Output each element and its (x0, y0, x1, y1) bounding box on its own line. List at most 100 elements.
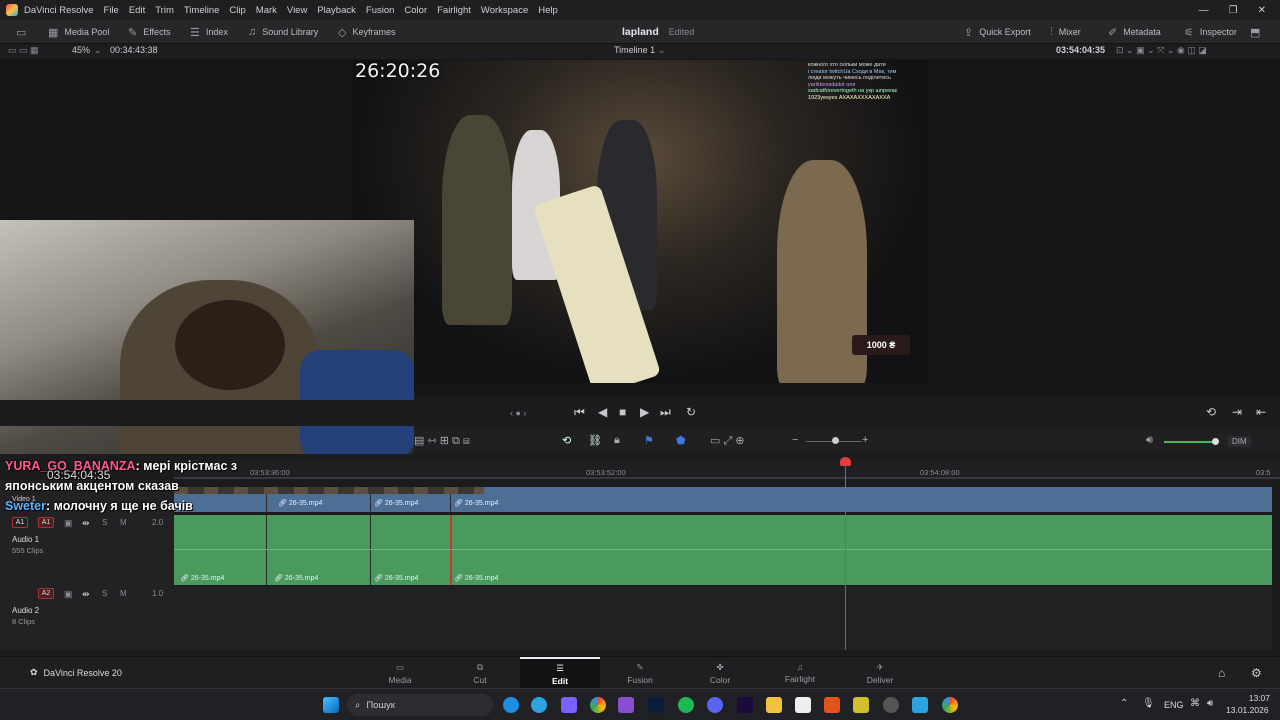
discord-icon[interactable] (707, 697, 723, 713)
minimize-button[interactable]: — (1199, 5, 1209, 16)
viewer-options-icon[interactable]: ⊡ ⌄ ▣ ⌄ ⤧ ⌄ ◉ ◫ ◪ (1116, 45, 1207, 56)
spotify-icon[interactable] (678, 697, 694, 713)
menu-help[interactable]: Help (538, 5, 558, 16)
tray-chevron-icon[interactable]: ⌃ (1120, 698, 1128, 709)
loop-icon[interactable]: ↻ (686, 405, 696, 419)
lock-icon[interactable]: 🔒︎ (614, 434, 620, 447)
maximize-button[interactable]: ❐ (1229, 5, 1238, 16)
twitch-icon[interactable] (618, 697, 634, 713)
menu-mark[interactable]: Mark (256, 5, 277, 16)
audio-clip[interactable]: 🔗︎ 26-35.mp4 (274, 574, 318, 583)
menu-file[interactable]: File (104, 5, 119, 16)
app-icon[interactable] (912, 697, 928, 713)
menu-fairlight[interactable]: Fairlight (437, 5, 471, 16)
next-frame-icon[interactable]: ⇥ (1232, 405, 1242, 419)
a2-mute-button[interactable]: M (120, 589, 127, 598)
menu-workspace[interactable]: Workspace (481, 5, 528, 16)
chevron-down-icon[interactable]: ⌄ (94, 45, 102, 56)
fullscreen-icon[interactable]: ⬒ (1250, 20, 1260, 44)
flag-icon[interactable]: ⚑ (644, 434, 654, 447)
telegram-icon[interactable] (531, 697, 547, 713)
clock-time[interactable]: 13:07 (1230, 693, 1270, 703)
timeline-selector[interactable]: Timeline 1 (614, 45, 655, 55)
zoom-slider-handle[interactable] (832, 437, 839, 444)
zoom-out-icon[interactable]: − (792, 434, 798, 446)
audio-clip[interactable]: 🔗︎ 26-35.mp4 (180, 574, 224, 583)
metadata-button[interactable]: ✐ Metadata (1108, 20, 1161, 44)
timeline-chevron-icon[interactable]: ⌄ (658, 45, 666, 56)
zoom-select[interactable]: 45% (72, 45, 90, 55)
close-button[interactable]: ✕ (1258, 5, 1266, 16)
language-indicator[interactable]: ENG (1164, 700, 1184, 710)
video-clip[interactable]: 🔗︎ 26-35.mp4 (374, 499, 418, 508)
audio-track-2[interactable] (174, 586, 1272, 650)
zoom-in-icon[interactable]: + (862, 434, 868, 446)
volume-icon[interactable]: 🔊︎ (1146, 434, 1153, 447)
video-frame[interactable] (352, 60, 928, 383)
stop-icon[interactable]: ■ (619, 405, 626, 419)
home-icon[interactable]: ⌂ (1218, 666, 1225, 680)
tab-deliver[interactable]: ✈ Deliver (840, 657, 920, 689)
menu-timeline[interactable]: Timeline (184, 5, 220, 16)
a1-lock-icon[interactable]: ▣ (64, 518, 73, 529)
workspace-icon[interactable]: ▭ (16, 20, 26, 44)
gear-icon[interactable]: ⚙ (1251, 666, 1262, 680)
match-frame-icon[interactable]: ⟲ (1206, 405, 1216, 419)
mixer-button[interactable]: ⫶ Mixer (1050, 20, 1081, 44)
a1-solo-button[interactable]: S (102, 518, 107, 527)
menu-trim[interactable]: Trim (155, 5, 174, 16)
mic-icon[interactable]: 🎙︎ (1142, 698, 1155, 709)
tab-color[interactable]: ✤ Color (680, 657, 760, 689)
play-reverse-icon[interactable]: ◀ (598, 405, 607, 419)
volume-slider[interactable] (1164, 441, 1214, 443)
layout-icon[interactable]: ▭ ▭ ▦ (8, 45, 39, 56)
menu-edit[interactable]: Edit (129, 5, 145, 16)
skip-start-icon[interactable]: ⏮ (574, 405, 585, 420)
marker-icon[interactable]: ⬟ (676, 434, 686, 447)
video-track[interactable]: 🔗︎ 26-35.mp4 🔗︎ 26-35.mp4 🔗︎ 26-35.mp4 (174, 487, 1272, 512)
search-box[interactable]: ⌕ Пошук (347, 694, 493, 716)
skip-end-icon[interactable]: ⏭ (660, 405, 671, 420)
notepad-icon[interactable] (795, 697, 811, 713)
chrome-icon[interactable] (942, 697, 958, 713)
effects-button[interactable]: ✎ Effects (128, 20, 171, 44)
volume-slider-handle[interactable] (1212, 438, 1219, 445)
menu-clip[interactable]: Clip (229, 5, 245, 16)
a1-mute-button[interactable]: M (120, 518, 127, 527)
a2-solo-button[interactable]: S (102, 589, 107, 598)
a2-audio-icon[interactable]: ⇹ (82, 589, 90, 600)
chrome-icon[interactable] (590, 697, 606, 713)
audio-clip[interactable]: 🔗︎ 26-35.mp4 (454, 574, 498, 583)
menu-fusion[interactable]: Fusion (366, 5, 395, 16)
index-button[interactable]: ☰ Index (190, 20, 228, 44)
premiere-icon[interactable] (737, 697, 753, 713)
timeline-ruler[interactable]: 03:53:36:00 03:53:52:00 03:54:08:00 03:5 (174, 461, 1280, 479)
network-icon[interactable]: ⌘ (1190, 698, 1200, 709)
jog-icon[interactable]: ‹ ● › (510, 408, 526, 418)
keyframes-button[interactable]: ◇ Keyframes (338, 20, 395, 44)
video-clip[interactable]: 🔗︎ 26-35.mp4 (454, 499, 498, 508)
photoshop-icon[interactable] (648, 697, 664, 713)
clock-date[interactable]: 13.01.2026 (1226, 705, 1269, 715)
audio-track-1[interactable]: 🔗︎ 26-35.mp4 🔗︎ 26-35.mp4 🔗︎ 26-35.mp4 🔗︎ 26… (174, 515, 1272, 585)
explorer-icon[interactable] (766, 697, 782, 713)
inspector-button[interactable]: ⚟ Inspector (1184, 20, 1237, 44)
audio-clip[interactable]: 🔗︎ 26-35.mp4 (374, 574, 418, 583)
tab-edit[interactable]: ☰ Edit (520, 657, 600, 689)
tab-cut[interactable]: ⧉ Cut (440, 657, 520, 689)
trim-tools-icon[interactable]: ▤ ⇿ ⊞ ⧉ ⧈ (414, 434, 470, 448)
volume-tray-icon[interactable]: 🔊︎ (1207, 698, 1213, 709)
media-pool-button[interactable]: ▦ Media Pool (48, 20, 109, 44)
play-icon[interactable]: ▶ (640, 405, 649, 419)
app-icon[interactable] (853, 697, 869, 713)
a1-track-id[interactable]: A1 (38, 517, 54, 528)
a1-source-patch[interactable]: A1 (12, 517, 28, 528)
app-icon[interactable] (883, 697, 899, 713)
playhead[interactable] (845, 460, 846, 650)
menu-playback[interactable]: Playback (317, 5, 356, 16)
a1-audio-icon[interactable]: ⇹ (82, 518, 90, 529)
edge-icon[interactable] (503, 697, 519, 713)
zoom-tools-icon[interactable]: ▭ ⤢ ⊕ (710, 434, 745, 448)
app-icon[interactable] (824, 697, 840, 713)
copilot-icon[interactable] (561, 697, 577, 713)
